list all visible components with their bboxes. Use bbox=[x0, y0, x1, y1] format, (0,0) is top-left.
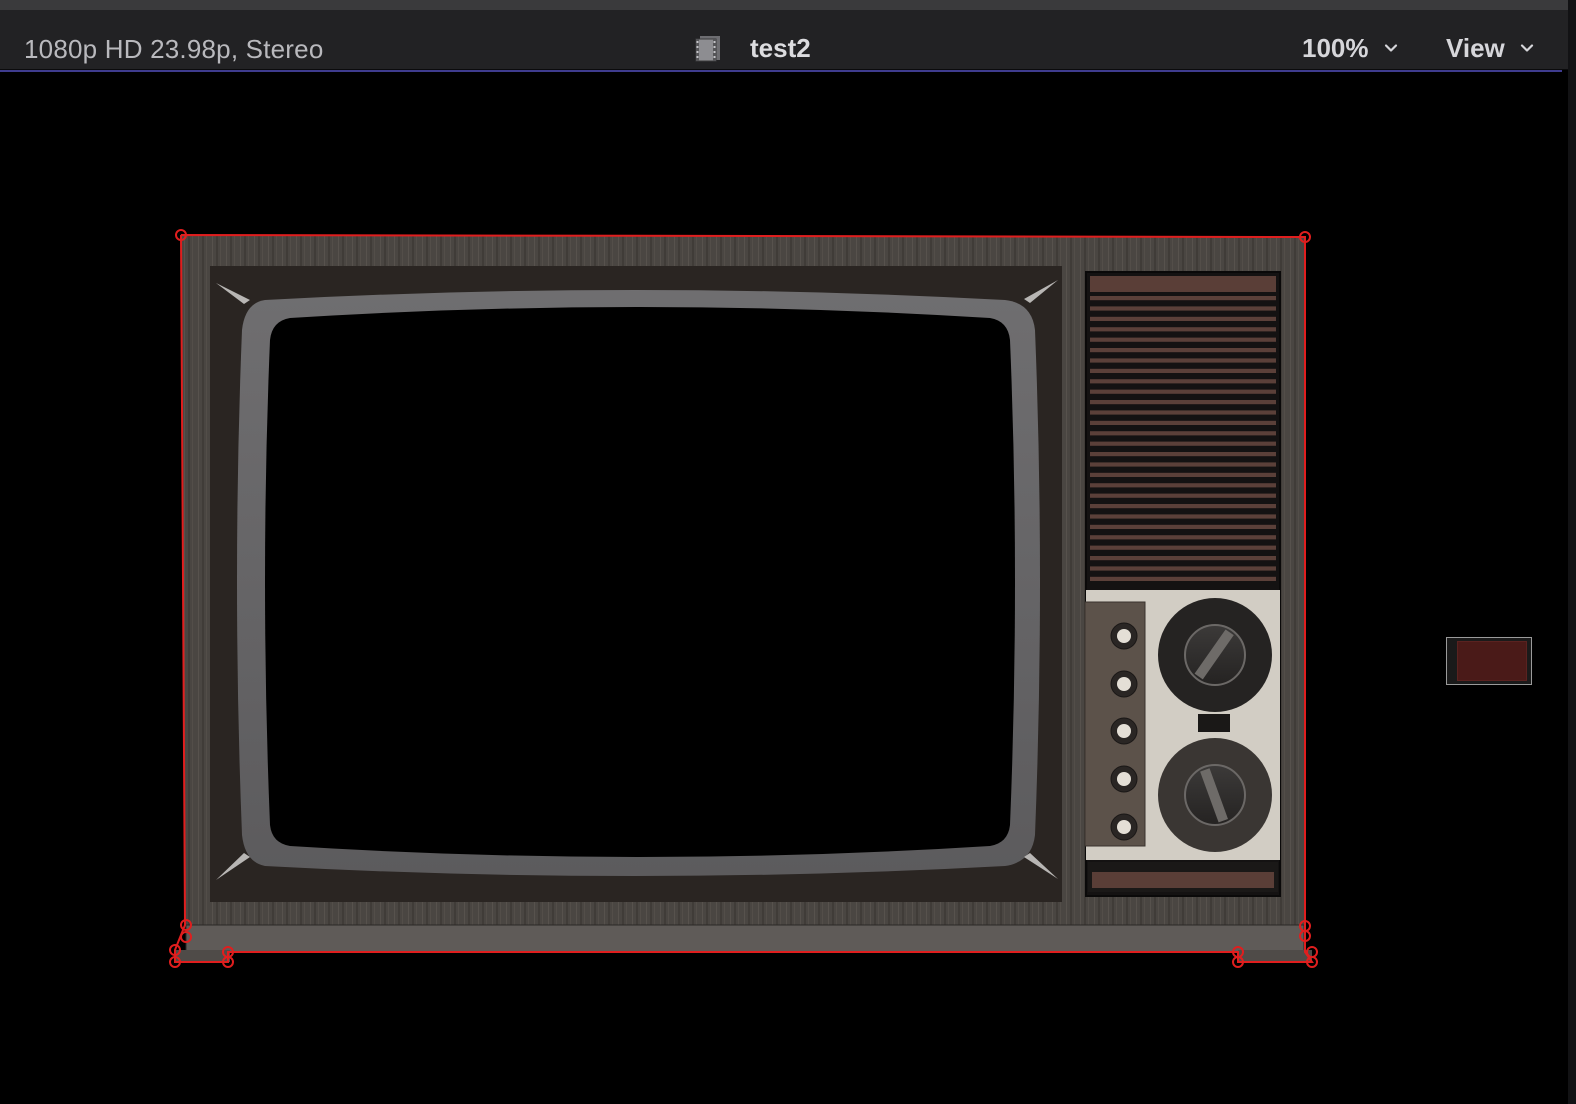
view-menu-button[interactable]: View bbox=[1446, 32, 1535, 64]
channel-button-light bbox=[1117, 772, 1131, 786]
zoom-level-label: 100% bbox=[1302, 32, 1369, 63]
viewer-edge bbox=[1568, 0, 1576, 1104]
offscreen-clip-fill bbox=[1457, 641, 1527, 681]
speaker-top-band bbox=[1090, 276, 1276, 292]
speaker-slat bbox=[1090, 368, 1276, 373]
channel-button-light bbox=[1117, 820, 1131, 834]
view-menu-label: View bbox=[1446, 32, 1505, 63]
crt-screen bbox=[265, 307, 1015, 857]
speaker-slat bbox=[1090, 462, 1276, 467]
speaker-slat bbox=[1090, 389, 1276, 394]
speaker-slat bbox=[1090, 327, 1276, 332]
indicator-slot bbox=[1198, 714, 1230, 732]
speaker-slat bbox=[1090, 431, 1276, 436]
speaker-slat bbox=[1090, 400, 1276, 405]
format-info: 1080p HD 23.98p, Stereo bbox=[24, 34, 324, 64]
offscreen-clip-thumbnail[interactable] bbox=[1446, 637, 1532, 685]
speaker-slat bbox=[1090, 566, 1276, 571]
speaker-slat bbox=[1090, 535, 1276, 540]
channel-button-light bbox=[1117, 677, 1131, 691]
speaker-slat bbox=[1090, 306, 1276, 311]
zoom-menu-button[interactable]: 100% bbox=[1302, 32, 1399, 64]
speaker-slat bbox=[1090, 493, 1276, 498]
bottom-vent bbox=[1092, 872, 1274, 888]
speaker-slat bbox=[1090, 358, 1276, 363]
tv-foot-right bbox=[1238, 950, 1312, 962]
speaker-slat bbox=[1090, 379, 1276, 384]
speaker-slat bbox=[1090, 556, 1276, 561]
project-title: test2 bbox=[694, 32, 811, 64]
filmstrip-icon bbox=[695, 36, 720, 62]
channel-button-light bbox=[1117, 629, 1131, 643]
speaker-slat bbox=[1090, 483, 1276, 488]
speaker-slat bbox=[1090, 472, 1276, 477]
speaker-slat bbox=[1090, 316, 1276, 321]
speaker-slat bbox=[1090, 524, 1276, 529]
speaker-slat bbox=[1090, 410, 1276, 415]
chevron-down-icon bbox=[1520, 44, 1533, 52]
top-strip bbox=[0, 0, 1576, 10]
tv-foot-left bbox=[176, 950, 230, 962]
chevron-down-icon bbox=[1384, 44, 1397, 52]
speaker-slat bbox=[1090, 545, 1276, 550]
speaker-slat bbox=[1090, 576, 1276, 581]
channel-button-light bbox=[1117, 724, 1131, 738]
speaker-slat bbox=[1090, 337, 1276, 342]
viewer-toolbar: 1080p HD 23.98p, Stereo test2 100% View bbox=[0, 10, 1568, 70]
speaker-slat bbox=[1090, 441, 1276, 446]
project-name: test2 bbox=[750, 32, 811, 63]
viewer-window: 1080p HD 23.98p, Stereo test2 100% View bbox=[0, 0, 1576, 1104]
speaker-slat bbox=[1090, 504, 1276, 509]
viewer-canvas[interactable] bbox=[0, 72, 1562, 1104]
tv-clip[interactable] bbox=[0, 72, 1562, 1104]
speaker-slat bbox=[1090, 420, 1276, 425]
speaker-slat bbox=[1090, 348, 1276, 353]
tv-base bbox=[185, 924, 1305, 953]
speaker-slat bbox=[1090, 514, 1276, 519]
speaker-slat bbox=[1090, 452, 1276, 457]
speaker-slat bbox=[1090, 296, 1276, 301]
